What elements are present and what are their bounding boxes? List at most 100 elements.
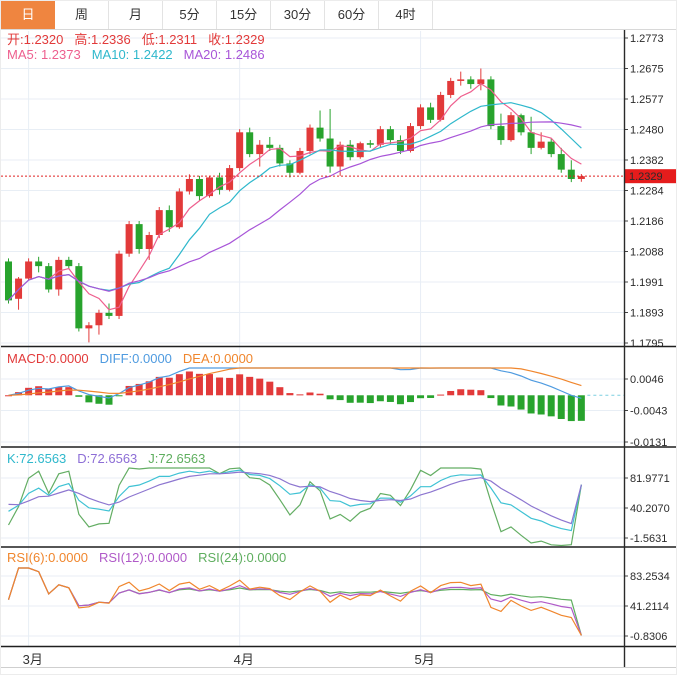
rsi-readout: RSI(6):0.0000 RSI(12):0.0000 RSI(24):0.000…	[7, 550, 297, 565]
macd-bar	[487, 395, 495, 399]
candle-up	[85, 325, 93, 329]
tab-15min[interactable]: 15分	[217, 1, 271, 29]
ma10-line	[8, 102, 582, 301]
rsi6-line	[7, 567, 582, 636]
candle-up	[25, 261, 33, 279]
macd-bar	[547, 395, 555, 417]
macd-bar	[447, 390, 455, 396]
dea-line	[8, 367, 582, 396]
candle-down	[467, 79, 475, 85]
macd-bar	[517, 395, 525, 410]
candle-up	[537, 141, 545, 148]
macd-bar	[527, 395, 535, 414]
macd-bar	[497, 395, 505, 406]
tab-5min[interactable]: 5分	[163, 1, 217, 29]
macd-bar	[226, 377, 234, 396]
macd-bar	[216, 377, 224, 396]
macd-bar	[386, 395, 394, 402]
candle-down	[386, 129, 394, 141]
price-axis-label: 1.2577	[630, 94, 664, 106]
candle-down	[35, 261, 43, 267]
candle-down	[326, 138, 334, 167]
candle-up	[55, 259, 63, 290]
candle-up	[226, 168, 234, 190]
macd-bar	[246, 376, 254, 396]
macd-bar	[175, 374, 183, 396]
rsi-axis-label: 41.2114	[630, 601, 669, 613]
macd-bar	[437, 394, 445, 396]
tab-day[interactable]: 日	[1, 1, 55, 29]
candle-down	[195, 178, 203, 197]
macd-bar	[286, 393, 294, 396]
kdj-readout: K:72.6563 D:72.6563 J:72.6563	[7, 451, 216, 466]
dea-value: DEA:0.0000	[182, 351, 254, 366]
low-value: 低:1.2311	[141, 32, 198, 47]
price-axis-label: 1.1893	[630, 308, 664, 320]
macd-bar	[376, 395, 384, 402]
ma5-value: MA5: 1.2373	[7, 47, 81, 62]
candle-down	[246, 132, 254, 155]
kdj-axis-label: 81.9771	[630, 473, 670, 485]
macd-bar	[336, 395, 344, 401]
candle-down	[366, 143, 374, 145]
candle-down	[316, 127, 324, 139]
price-axis-label: 1.2186	[630, 216, 664, 228]
candle-down	[487, 79, 495, 127]
timeframe-tabs: 日周月 5分 15分 30分 60分 4时	[1, 1, 676, 30]
tab-month[interactable]: 月	[109, 1, 163, 29]
high-value: 高:1.2336	[74, 32, 131, 47]
candle-up	[15, 278, 23, 299]
macd-bar	[306, 392, 314, 396]
macd-value: MACD:0.0000	[7, 351, 89, 366]
macd-bar	[457, 389, 465, 396]
macd-bar	[326, 395, 334, 400]
price-axis-label: 1.1795	[630, 338, 664, 350]
ma10-value: MA10: 1.2422	[91, 47, 173, 62]
ma20-value: MA20: 1.2486	[183, 47, 265, 62]
rsi-axis-label: 83.2534	[630, 571, 670, 583]
macd-bar	[507, 395, 515, 407]
candle-up	[376, 129, 384, 145]
macd-bar	[577, 395, 585, 421]
macd-bar	[407, 395, 414, 403]
candle-up	[507, 115, 515, 141]
macd-bar	[396, 395, 404, 405]
ma-readout: MA5: 1.2373 MA10: 1.2422 MA20: 1.2486	[7, 47, 276, 62]
candle-down	[567, 169, 575, 179]
j-line	[7, 467, 582, 547]
d-value: D:72.6563	[77, 451, 138, 466]
candle-down	[557, 154, 565, 170]
open-value: 开:1.2320	[7, 32, 64, 47]
macd-bar	[65, 387, 73, 396]
macd-bar	[206, 374, 213, 396]
candle-down	[5, 261, 12, 301]
kline-chart-app: 1.2329 1.2773 1.2675 1.2577 1.2480 1.2382 1.22…	[0, 0, 677, 675]
candle-up	[125, 224, 133, 254]
price-axis-label: 1.2480	[630, 125, 664, 137]
candle-up	[206, 177, 213, 197]
candle-down	[266, 144, 274, 148]
tab-4hour[interactable]: 4时	[379, 1, 433, 29]
chart-canvas: 1.2329 1.2773 1.2675 1.2577 1.2480 1.2382 1.22…	[1, 30, 676, 668]
macd-readout: MACD:0.0000 DIFF:0.0000 DEA:0.0000	[7, 351, 264, 366]
tab-30min[interactable]: 30分	[271, 1, 325, 29]
macd-bar	[356, 395, 364, 403]
ma20-line	[8, 121, 582, 301]
candle-up	[447, 80, 455, 95]
candle-down	[427, 107, 435, 120]
candle-down	[497, 126, 505, 141]
rsi24-value: RSI(24):0.0000	[198, 550, 287, 565]
macd-bar	[366, 395, 374, 404]
macd-bar	[467, 389, 475, 396]
j-value: J:72.6563	[148, 451, 206, 466]
ma5-line	[8, 82, 582, 311]
diff-line	[8, 367, 582, 399]
candle-down	[75, 266, 83, 329]
candle-up	[256, 144, 264, 155]
tab-60min[interactable]: 60分	[325, 1, 379, 29]
candle-down	[105, 312, 113, 316]
kdj-axis-label: -1.5631	[630, 533, 667, 545]
price-axis-label: 1.2088	[630, 247, 664, 259]
macd-bar	[236, 374, 244, 396]
tab-week[interactable]: 周	[55, 1, 109, 29]
